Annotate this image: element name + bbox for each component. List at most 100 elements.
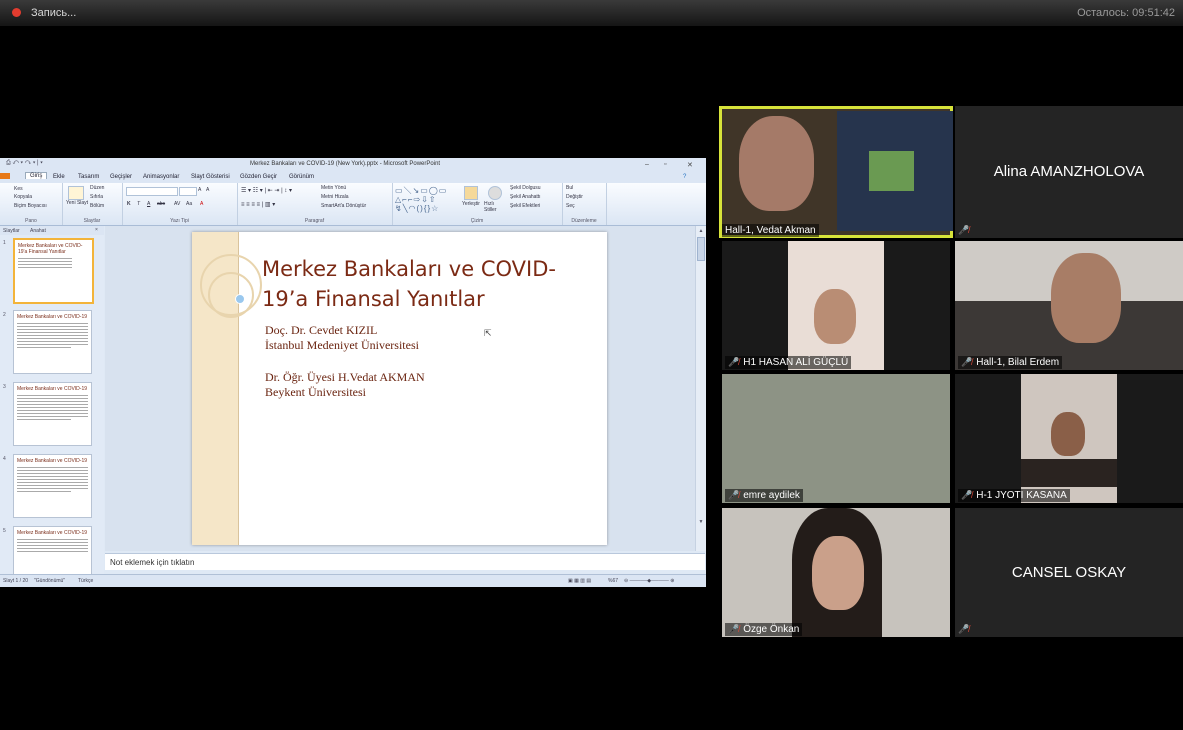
author2-name: Dr. Öğr. Üyesi H.Vedat AKMAN <box>265 370 425 384</box>
new-slide-icon <box>68 186 84 200</box>
minimize-icon[interactable]: – <box>645 161 649 168</box>
video-tile[interactable]: CANSEL OSKAY 🎤̸ <box>955 508 1183 637</box>
group-label: Pano <box>25 218 37 224</box>
shape-effects-button[interactable]: Şekil Efektleri <box>510 203 540 209</box>
char-spacing-button[interactable]: AV <box>174 201 180 207</box>
new-slide-button[interactable]: Yeni Slayt <box>66 200 88 206</box>
slide-body[interactable]: Doç. Dr. Cevdet KIZIL İstanbul Medeniyet… <box>265 323 425 400</box>
section-button[interactable]: Bölüm <box>90 203 104 209</box>
quick-access-toolbar[interactable]: ⎙ ↶ ▾ ↷ ▾ | ▾ <box>6 160 43 167</box>
tab-design[interactable]: Tasarım <box>78 174 99 180</box>
shape-outline-button[interactable]: Şekil Anahattı <box>510 194 541 200</box>
shapes-gallery[interactable]: ▭＼↘▭◯▭ △⌐⌐⇨⇩⇧ ↯╲◠(){}☆ <box>395 186 455 214</box>
slide-thumbnail[interactable]: Merkez Bankaları ve COVID-19 <box>13 382 92 446</box>
strike-button[interactable]: abc <box>157 201 165 207</box>
arrange-button[interactable]: Yerleştir <box>462 201 480 207</box>
tab-insert[interactable]: Ekle <box>53 174 65 180</box>
tab-home[interactable]: Giriş <box>25 172 48 179</box>
find-button[interactable]: Bul <box>566 185 573 191</box>
underline-button[interactable]: A <box>147 201 150 207</box>
layout-button[interactable]: Düzen <box>90 185 104 191</box>
group-label: Düzenleme <box>571 218 597 224</box>
slide-decoration <box>235 294 245 304</box>
slide-thumbnail[interactable]: Merkez Bankaları ve COVID-19'a Finansal … <box>13 238 94 304</box>
language[interactable]: Türkçe <box>78 578 93 584</box>
copy-button[interactable]: Kopyala <box>14 194 32 200</box>
slide-number: 5 <box>3 528 6 534</box>
recording-bar: Запись... Осталось: 09:51:42 <box>0 0 1183 26</box>
close-panel-icon[interactable]: × <box>95 227 98 233</box>
slide-thumbnail[interactable]: Merkez Bankaları ve COVID-19 <box>13 454 92 518</box>
help-icon[interactable]: ? <box>683 174 686 180</box>
cut-button[interactable]: Kes <box>14 186 23 192</box>
tab-outline-panel[interactable]: Anahat <box>30 228 46 234</box>
slides-panel: 1 Merkez Bankaları ve COVID-19'a Finansa… <box>0 235 104 576</box>
video-tile[interactable]: Hall-1, Vedat Akman <box>719 106 953 238</box>
mic-muted-icon: 🎤̸ <box>728 624 740 634</box>
window-title: Merkez Bankaları ve COVID-19 (New York).… <box>250 161 441 167</box>
select-button[interactable]: Seç <box>566 203 575 209</box>
text-direction-button[interactable]: Metin Yönü <box>321 185 346 191</box>
group-label: Yazı Tipi <box>170 218 189 224</box>
thumbnail-title: Merkez Bankaları ve COVID-19 <box>17 314 88 320</box>
slide-thumbnail[interactable]: Merkez Bankaları ve COVID-19 <box>13 526 92 576</box>
arrange-icon <box>464 186 478 200</box>
reset-button[interactable]: Sıfırla <box>90 194 103 200</box>
bold-button[interactable]: K <box>127 201 131 207</box>
status-bar: Slayt 1 / 20 "Gündönümü" Türkçe ▣ ▦ ▥ ▤ … <box>0 574 706 587</box>
font-size-select[interactable] <box>179 187 197 196</box>
participant-name: Alina AMANZHOLOVA <box>993 163 1145 180</box>
video-tile[interactable]: 🎤̸ emre aydilek <box>722 374 950 503</box>
replace-button[interactable]: Değiştir <box>566 194 583 200</box>
smartart-button[interactable]: SmartArt'a Dönüştür <box>321 203 366 209</box>
group-slides: Yeni Slayt Düzen Sıfırla Bölüm Slaytlar <box>62 183 123 225</box>
tab-transitions[interactable]: Geçişler <box>110 174 132 180</box>
slide-title[interactable]: Merkez Bankaları ve COVID-19’a Finansal … <box>262 254 602 314</box>
group-label: Slaytlar <box>83 218 101 224</box>
recording-label: Запись... <box>31 7 77 19</box>
notes-pane[interactable]: Not eklemek için tıklatın <box>105 553 705 570</box>
grow-font-button[interactable]: A <box>198 187 201 193</box>
slide-decoration <box>208 272 254 318</box>
time-remaining: Осталось: 09:51:42 <box>1077 7 1175 19</box>
participant-face <box>812 536 864 610</box>
tab-view[interactable]: Görünüm <box>289 174 314 180</box>
video-tile[interactable]: 🎤̸ H1 HASAN ALİ GÜÇLÜ <box>722 241 950 370</box>
font-name-select[interactable] <box>126 187 178 196</box>
video-tile[interactable]: 🎤̸ Özge Önkan <box>722 508 950 637</box>
group-editing: Bul Değiştir Seç Düzenleme <box>562 183 607 225</box>
zoom-slider[interactable]: ⊖ ─────◆───── ⊕ <box>624 578 674 584</box>
tab-file[interactable] <box>0 173 10 179</box>
scroll-thumb[interactable] <box>697 237 705 261</box>
powerpoint-window: ⎙ ↶ ▾ ↷ ▾ | ▾ Merkez Bankaları ve COVID-… <box>0 158 706 587</box>
zoom-level[interactable]: %67 <box>608 578 618 584</box>
align-text-button[interactable]: Metni Hizala <box>321 194 349 200</box>
thumbnail-title: Merkez Bankaları ve COVID-19 <box>17 386 88 392</box>
maximize-icon[interactable]: ▫ <box>664 161 666 168</box>
tab-animations[interactable]: Animasyonlar <box>143 174 179 180</box>
video-tile[interactable]: 🎤̸ Hall-1, Bilal Erdem <box>955 241 1183 370</box>
font-color-button[interactable]: A <box>200 201 203 207</box>
align-buttons[interactable]: ≡ ≡ ≡ ≡ | ▥ ▾ <box>241 201 275 208</box>
quick-styles-button[interactable]: Hızlı Stiller <box>484 201 504 213</box>
change-case-button[interactable]: Aa <box>186 201 192 207</box>
thumbnail-title: Merkez Bankaları ve COVID-19 <box>17 458 88 464</box>
shape-fill-button[interactable]: Şekil Dolgusu <box>510 185 541 191</box>
close-icon[interactable]: ✕ <box>687 161 693 169</box>
tab-slideshow[interactable]: Slayt Gösterisi <box>191 174 230 180</box>
view-buttons[interactable]: ▣ ▦ ▥ ▤ <box>568 578 591 584</box>
video-tile[interactable]: Alina AMANZHOLOVA 🎤̸ <box>955 106 1183 238</box>
slide-thumbnail[interactable]: Merkez Bankaları ve COVID-19 <box>13 310 92 374</box>
tab-slides-panel[interactable]: Slaytlar <box>3 228 20 234</box>
bullets-button[interactable]: ☰ ▾ ☷ ▾ | ⇤ ⇥ | ↕ ▾ <box>241 187 292 194</box>
tab-review[interactable]: Gözden Geçir <box>240 174 277 180</box>
current-slide[interactable]: Merkez Bankaları ve COVID-19’a Finansal … <box>192 232 607 545</box>
author1-affiliation: İstanbul Medeniyet Üniversitesi <box>265 338 419 352</box>
theme-name: "Gündönümü" <box>34 578 66 584</box>
shrink-font-button[interactable]: A <box>206 187 209 193</box>
format-painter-button[interactable]: Biçim Boyacısı <box>14 203 47 209</box>
slide-counter: Slayt 1 / 20 <box>3 578 29 584</box>
italic-button[interactable]: T <box>137 201 140 207</box>
video-tile[interactable]: 🎤̸ H-1 JYOTI KASANA <box>955 374 1183 503</box>
vertical-scrollbar[interactable]: ▲ ▼ <box>695 226 706 551</box>
